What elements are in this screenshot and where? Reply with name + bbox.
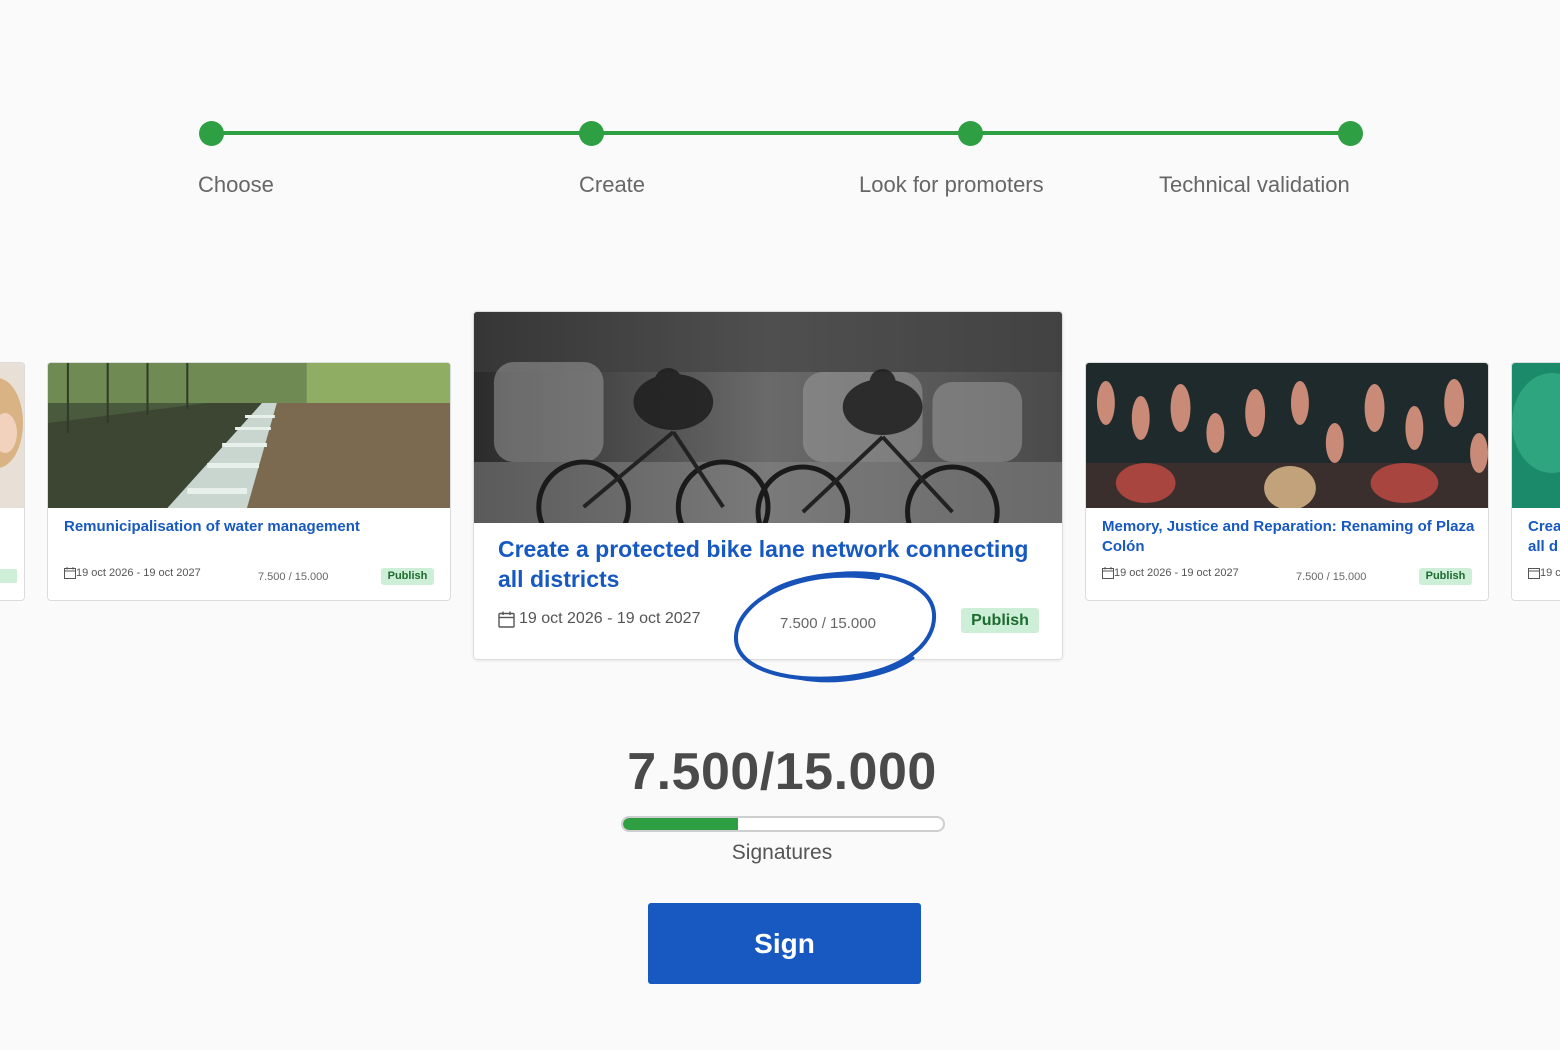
step-label-create: Create <box>579 172 646 197</box>
step-label-promoters: Look for promoters <box>859 172 1044 197</box>
initiative-image <box>1086 363 1488 508</box>
initiative-date-text: 19 c <box>1540 567 1560 579</box>
initiative-date: 19 oct 2026 - 19 oct 2027 <box>498 610 700 628</box>
initiative-title[interactable]: Crea all d <box>1528 517 1560 556</box>
calendar-icon <box>64 567 76 579</box>
initiative-date-text: 19 oct 2026 - 19 oct 2027 <box>76 567 201 579</box>
initiative-card-partial-left[interactable] <box>0 362 25 601</box>
initiative-title[interactable]: Create a protected bike lane network con… <box>498 534 1038 594</box>
step-label-choose: Choose <box>198 172 274 197</box>
sign-button[interactable]: Sign <box>648 903 921 984</box>
initiative-card-memory[interactable]: Memory, Justice and Reparation: Renaming… <box>1085 362 1489 601</box>
initiative-card-featured[interactable]: Create a protected bike lane network con… <box>473 311 1063 660</box>
stepper-line <box>212 131 1350 135</box>
initiative-date-text: 19 oct 2026 - 19 oct 2027 <box>519 610 701 627</box>
initiative-image <box>474 312 1062 523</box>
step-dot-validation <box>1338 121 1363 146</box>
step-label-validation: Technical validation <box>1159 172 1350 197</box>
initiative-signature-count: 7.500 / 15.000 <box>1296 571 1367 583</box>
initiative-title[interactable]: Remunicipalisation of water management <box>64 517 444 537</box>
calendar-icon <box>498 611 515 628</box>
initiative-signature-count: 7.500 / 15.000 <box>780 615 876 632</box>
calendar-icon <box>1528 568 1540 579</box>
initiative-date: 19 oct 2026 - 19 oct 2027 <box>64 567 201 579</box>
publish-badge: Publish <box>381 568 434 585</box>
signature-progress-bar <box>621 816 945 832</box>
initiative-image <box>1512 363 1560 508</box>
step-dot-promoters <box>958 121 983 146</box>
signature-progress-fill <box>623 818 739 830</box>
initiative-date-text: 19 oct 2026 - 19 oct 2027 <box>1114 567 1239 579</box>
step-dot-choose <box>199 121 224 146</box>
signatures-label: Signatures <box>731 841 833 864</box>
initiative-card-partial-right[interactable]: Crea all d 19 c <box>1511 362 1560 601</box>
publish-badge: Publish <box>961 608 1039 633</box>
initiative-signature-count: 7.500 / 15.000 <box>258 571 329 583</box>
initiative-image <box>0 363 24 508</box>
publish-badge <box>0 569 17 583</box>
initiative-date: 19 oct 2026 - 19 oct 2027 <box>1102 567 1239 579</box>
initiative-card-water[interactable]: Remunicipalisation of water management 1… <box>47 362 451 601</box>
initiative-date: 19 c <box>1528 567 1560 579</box>
initiative-title[interactable]: Memory, Justice and Reparation: Renaming… <box>1102 517 1482 556</box>
signature-total: 7.500/15.000 <box>627 743 937 801</box>
progress-stepper: Choose Create Look for promoters Technic… <box>0 0 1560 230</box>
step-dot-create <box>579 121 604 146</box>
calendar-icon <box>1102 567 1114 579</box>
publish-badge: Publish <box>1419 568 1472 585</box>
initiative-image <box>48 363 450 508</box>
